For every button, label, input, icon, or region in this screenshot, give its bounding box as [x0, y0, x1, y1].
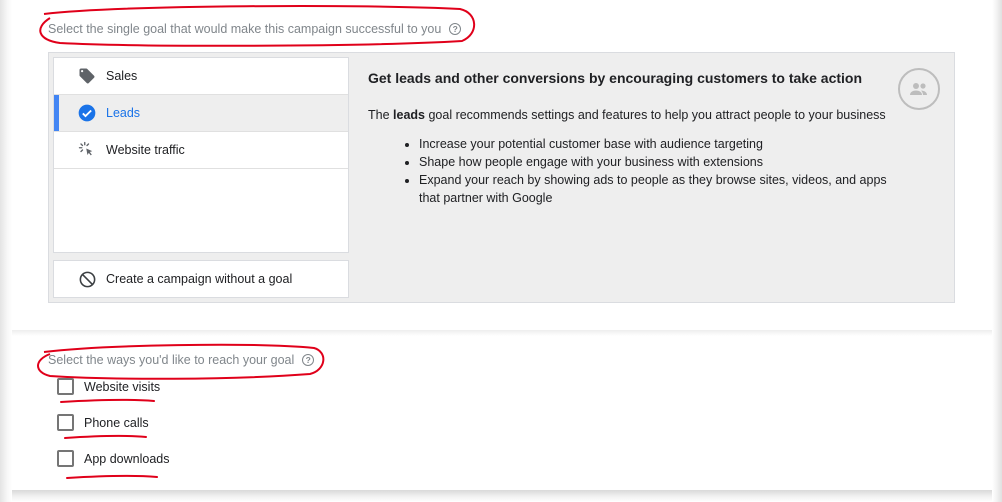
goal-detail-bullets: Increase your potential customer base wi…	[419, 135, 889, 207]
checkbox[interactable]	[57, 450, 74, 467]
bullet-item: Increase your potential customer base wi…	[419, 135, 889, 153]
goal-option-label: Website traffic	[106, 143, 185, 157]
create-without-goal-label: Create a campaign without a goal	[106, 272, 293, 286]
intro-prefix: The	[368, 108, 394, 122]
help-icon[interactable]: ?	[449, 23, 462, 35]
goal-option-website-traffic[interactable]: Website traffic	[54, 132, 348, 169]
reach-question: Select the ways you'd like to reach your…	[48, 353, 315, 367]
create-without-goal-button[interactable]: Create a campaign without a goal	[53, 260, 349, 298]
goal-option-label: Leads	[106, 106, 141, 120]
goal-option-leads[interactable]: Leads	[54, 95, 348, 132]
cursor-click-icon	[77, 140, 97, 160]
card-shadow-right	[992, 0, 1002, 502]
reach-option-phone-calls[interactable]: Phone calls	[57, 414, 149, 431]
bullet-item: Expand your reach by showing ads to peop…	[419, 171, 889, 207]
tag-icon	[77, 66, 97, 86]
checkbox[interactable]	[57, 414, 74, 431]
goal-detail-intro: The leads goal recommends settings and f…	[368, 107, 888, 123]
card-shadow-left	[0, 0, 12, 502]
reach-option-app-downloads[interactable]: App downloads	[57, 450, 169, 467]
goal-option-label: Sales	[106, 69, 138, 83]
checkbox[interactable]	[57, 378, 74, 395]
reach-option-website-visits[interactable]: Website visits	[57, 378, 160, 395]
bullet-item: Shape how people engage with your busine…	[419, 153, 889, 171]
goal-list: Sales Leads Website traffic	[53, 57, 349, 253]
reach-option-label: Phone calls	[84, 415, 149, 430]
card-shadow-bottom	[12, 490, 992, 502]
reach-question-text: Select the ways you'd like to reach your…	[48, 353, 295, 367]
reach-option-label: App downloads	[84, 451, 170, 466]
goal-detail: Get leads and other conversions by encou…	[368, 69, 888, 207]
block-icon	[77, 269, 97, 289]
check-circle-icon	[77, 103, 97, 123]
intro-bold: leads	[393, 108, 425, 122]
people-icon	[898, 68, 940, 110]
reach-option-label: Website visits	[84, 379, 161, 394]
intro-suffix: goal recommends settings and features to…	[424, 108, 886, 122]
goal-question-text: Select the single goal that would make t…	[48, 22, 442, 36]
help-icon[interactable]: ?	[302, 354, 315, 366]
goal-panel: Sales Leads Website traffic Create a cam…	[48, 52, 955, 303]
goal-detail-heading: Get leads and other conversions by encou…	[368, 70, 863, 86]
goal-option-sales[interactable]: Sales	[54, 58, 348, 95]
campaign-goal-page: Select the single goal that would make t…	[0, 0, 1002, 502]
goal-question: Select the single goal that would make t…	[48, 22, 462, 36]
